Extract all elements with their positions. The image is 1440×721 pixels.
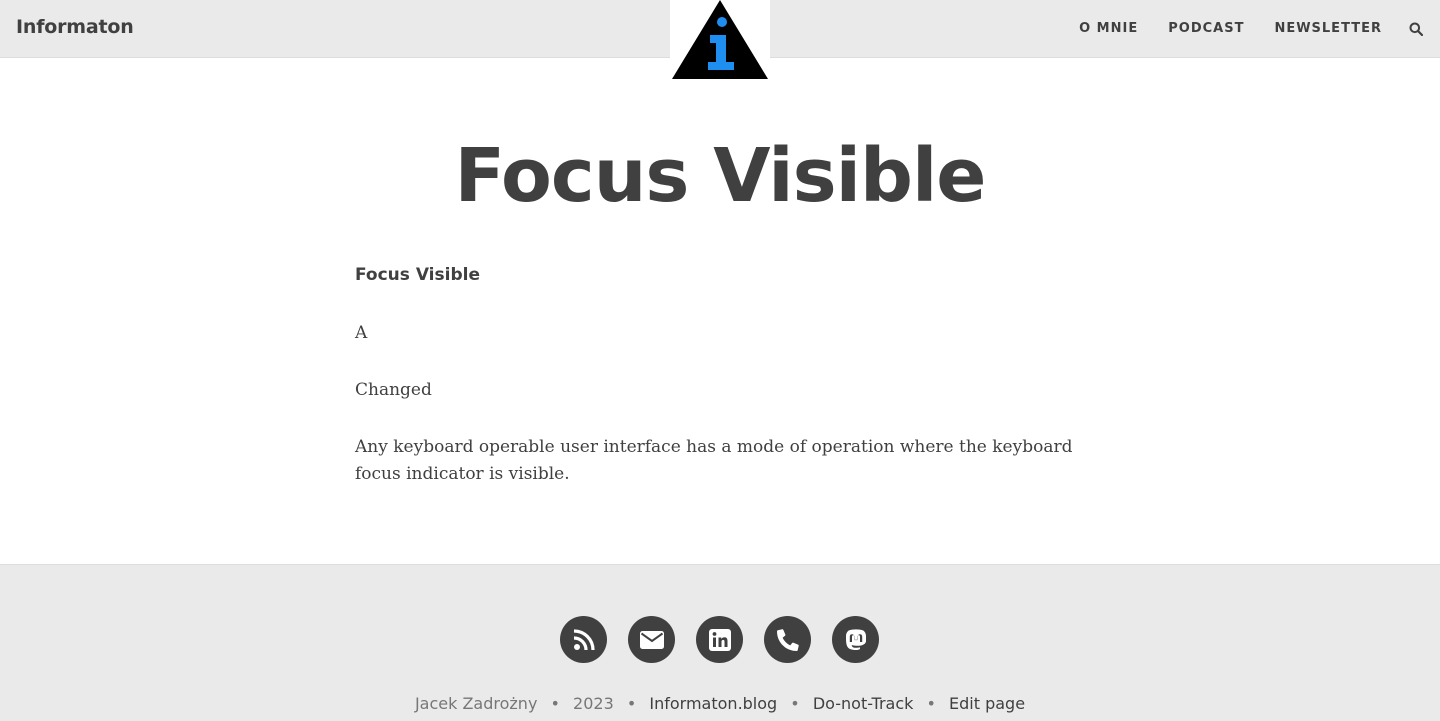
footer-dnt-link[interactable]: Do-not-Track	[813, 694, 914, 713]
post-subheading: Focus Visible	[355, 265, 480, 285]
footer-separator: •	[926, 694, 936, 713]
page-title: Focus Visible	[454, 133, 986, 219]
post-content: Focus Visible A Changed Any keyboard ope…	[355, 262, 1085, 518]
footer-year: 2023	[573, 694, 614, 713]
site-logo[interactable]	[670, 0, 770, 80]
rss-link[interactable]	[560, 616, 607, 663]
email-link[interactable]	[628, 616, 675, 663]
footer-author: Jacek Zadrożny	[414, 694, 538, 713]
post-paragraph: A	[355, 323, 368, 343]
rss-icon	[573, 628, 595, 650]
social-links	[560, 616, 879, 663]
mastodon-link[interactable]	[832, 616, 879, 663]
site-brand-link[interactable]: Informaton	[16, 16, 134, 38]
envelope-icon	[639, 630, 664, 649]
nav-links: O MNIE PODCAST NEWSLETTER	[1079, 0, 1440, 57]
nav-link-o-mnie[interactable]: O MNIE	[1079, 21, 1138, 36]
search-icon	[1409, 22, 1423, 36]
linkedin-link[interactable]	[696, 616, 743, 663]
nav-link-newsletter[interactable]: NEWSLETTER	[1274, 21, 1382, 36]
phone-link[interactable]	[764, 616, 811, 663]
info-triangle-logo-icon	[672, 0, 768, 79]
search-button[interactable]	[1408, 21, 1424, 37]
footer-separator: •	[626, 694, 637, 713]
linkedin-icon	[708, 628, 731, 651]
footer-site-link[interactable]: Informaton.blog	[649, 694, 777, 713]
navbar: Informaton O MNIE PODCAST NEWSLETTER	[0, 0, 1440, 80]
footer-separator: •	[790, 694, 800, 713]
footer: Jacek Zadrożny • 2023 • Informaton.blog …	[0, 564, 1440, 721]
nav-link-podcast[interactable]: PODCAST	[1168, 21, 1244, 36]
post-paragraph: Changed	[355, 380, 432, 400]
footer-meta: Jacek Zadrożny • 2023 • Informaton.blog …	[0, 694, 1440, 713]
footer-edit-link[interactable]: Edit page	[949, 694, 1025, 713]
phone-icon	[776, 628, 799, 651]
footer-separator: •	[550, 694, 560, 713]
mastodon-icon	[845, 628, 866, 650]
post-paragraph: Any keyboard operable user interface has…	[355, 437, 1073, 484]
